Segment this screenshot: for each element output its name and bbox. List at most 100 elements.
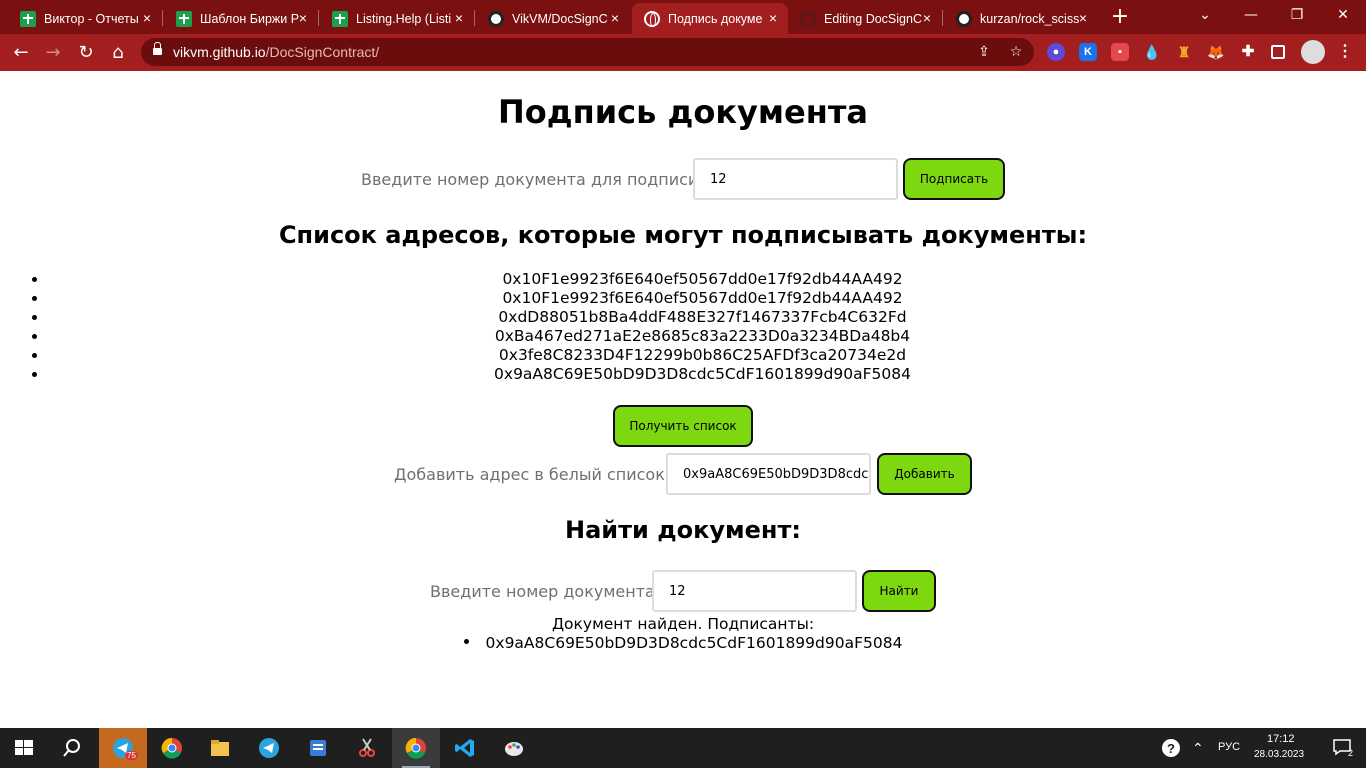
sign-button[interactable]: Подписать — [903, 158, 1005, 200]
find-button[interactable]: Найти — [862, 570, 936, 612]
address-input[interactable] — [666, 453, 871, 495]
get-list-button[interactable]: Получить список — [613, 405, 753, 447]
url-text: vikvm.github.io/DocSignContract/ — [173, 44, 379, 60]
tray-chevron-up-icon[interactable]: ⌃ — [1192, 740, 1204, 757]
metamask-icon[interactable]: 🦊 — [1207, 43, 1225, 61]
share-icon[interactable]: ⇪ — [975, 43, 993, 61]
home-button[interactable]: ⌂ — [104, 39, 132, 67]
browser-tab[interactable]: Listing.Help (Listi × — [320, 3, 474, 34]
close-tab-icon[interactable]: × — [452, 11, 466, 25]
taskbar-keyboard-app[interactable] — [294, 728, 342, 768]
browser-toolbar: ← → ↻ ⌂ vikvm.github.io/DocSignContract/… — [0, 34, 1366, 71]
search-button[interactable] — [48, 728, 96, 768]
new-tab-button[interactable]: + — [1108, 5, 1132, 29]
address-text: 0x9aA8C69E50bD9D3D8cdc5CdF1601899d90aF50… — [494, 365, 911, 383]
list-item: 0x10F1e9923f6E640ef50567dd0e17f92db44AA4… — [0, 289, 1366, 308]
reload-button[interactable]: ↻ — [72, 39, 100, 67]
add-address-form: Добавить адрес в белый список Добавить — [0, 453, 1366, 497]
taskbar-snipping-tool[interactable] — [343, 728, 391, 768]
tab-divider — [474, 10, 475, 26]
find-heading: Найти документ: — [565, 516, 801, 544]
url-path: /DocSignContract/ — [265, 44, 380, 60]
svg-text:?: ? — [1167, 741, 1175, 756]
extension-icon[interactable]: ● — [1047, 43, 1065, 61]
list-bullet — [32, 334, 37, 339]
kontur-extension-icon[interactable]: K — [1079, 43, 1097, 61]
start-button[interactable] — [0, 728, 48, 768]
close-tab-icon[interactable]: × — [296, 11, 310, 25]
forward-button[interactable]: → — [39, 39, 67, 67]
add-button[interactable]: Добавить — [877, 453, 972, 495]
bookmark-star-icon[interactable]: ☆ — [1007, 43, 1025, 61]
lock-icon[interactable] — [153, 42, 162, 57]
list-bullet — [463, 639, 469, 644]
find-document-input[interactable] — [652, 570, 857, 612]
chrome-icon — [405, 737, 426, 759]
browser-tab[interactable]: Editing DocSignC × — [788, 3, 942, 34]
menu-kebab-icon[interactable]: ⋮ — [1336, 43, 1354, 61]
google-sheets-icon — [20, 10, 36, 27]
extension-icon[interactable]: ▪ — [1111, 43, 1129, 61]
extension-icon[interactable]: ♜ — [1175, 43, 1193, 61]
tab-title: kurzan/rock_sciss — [980, 11, 1080, 26]
close-tab-icon[interactable]: × — [140, 11, 154, 25]
tab-title: Шаблон Биржи Р — [200, 11, 300, 26]
tray-help[interactable]: ? — [1156, 728, 1186, 768]
signer-list-item: 0x9aA8C69E50bD9D3D8cdc5CdF1601899d90aF50… — [0, 634, 1366, 652]
paint-palette-icon — [505, 742, 523, 756]
clock-time[interactable]: 17:12 — [1267, 733, 1295, 745]
taskbar-file-explorer[interactable] — [196, 728, 244, 768]
close-tab-icon[interactable]: × — [608, 11, 622, 25]
page-content: Подпись документа Введите номер документ… — [0, 71, 1366, 728]
notification-count: 2 — [1348, 748, 1354, 758]
help-icon: ? — [1162, 739, 1180, 757]
page-title: Подпись документа — [498, 93, 868, 131]
github-icon — [488, 10, 504, 27]
browser-tab-strip: Виктор - Отчеты × Шаблон Биржи Р × Listi… — [0, 0, 1366, 34]
list-item: 0x9aA8C69E50bD9D3D8cdc5CdF1601899d90aF50… — [0, 365, 1366, 384]
address-text: 0x10F1e9923f6E640ef50567dd0e17f92db44AA4… — [502, 270, 903, 288]
close-tab-icon[interactable]: × — [920, 11, 934, 25]
taskbar-chrome[interactable] — [148, 728, 196, 768]
taskbar-telegram[interactable]: 75 — [99, 728, 147, 768]
keyboard-app-icon — [310, 740, 326, 756]
browser-tab-active[interactable]: Подпись докуме × — [632, 3, 788, 34]
find-document-form: Введите номер документа Найти — [0, 570, 1366, 614]
browser-tab[interactable]: Виктор - Отчеты × — [8, 3, 162, 34]
tab-search-icon[interactable]: ⌄ — [1182, 0, 1228, 30]
list-bullet — [32, 296, 37, 301]
google-sheets-icon — [332, 10, 348, 27]
browser-tab[interactable]: Шаблон Биржи Р × — [164, 3, 318, 34]
signer-address: 0x9aA8C69E50bD9D3D8cdc5CdF1601899d90aF50… — [485, 634, 903, 652]
add-address-label: Добавить адрес в белый список — [394, 465, 665, 484]
notification-center[interactable]: 2 — [1318, 728, 1366, 768]
profile-avatar[interactable] — [1301, 40, 1325, 64]
browser-tab[interactable]: kurzan/rock_sciss × — [944, 3, 1098, 34]
address-text: 0x10F1e9923f6E640ef50567dd0e17f92db44AA4… — [502, 289, 903, 307]
minimize-button[interactable]: — — [1228, 0, 1274, 30]
taskbar-paint[interactable] — [490, 728, 538, 768]
restore-button[interactable]: ❐ — [1274, 0, 1320, 30]
google-sheets-icon — [176, 10, 192, 27]
close-window-button[interactable]: ✕ — [1320, 0, 1366, 30]
taskbar-chrome-active[interactable] — [392, 728, 440, 768]
language-indicator[interactable]: РУС — [1218, 741, 1240, 753]
address-bar[interactable]: vikvm.github.io/DocSignContract/ ⇪ ☆ — [141, 38, 1034, 66]
clock-date[interactable]: 28.03.2023 — [1254, 749, 1304, 760]
close-tab-icon[interactable]: × — [1076, 11, 1090, 25]
windows-taskbar: 75 ? ⌃ РУС 17:12 28.03.2023 2 — [0, 728, 1366, 768]
drop-extension-icon[interactable]: 💧 — [1143, 43, 1161, 61]
close-tab-icon[interactable]: × — [766, 11, 780, 25]
list-item: 0xBa467ed271aE2e8685c83a2233D0a3234BDa48… — [0, 327, 1366, 346]
list-bullet — [32, 353, 37, 358]
back-button[interactable]: ← — [7, 39, 35, 67]
browser-tab[interactable]: VikVM/DocSignC × — [476, 3, 630, 34]
tab-divider — [318, 10, 319, 26]
side-panel-icon[interactable] — [1271, 45, 1285, 59]
taskbar-telegram-2[interactable] — [245, 728, 293, 768]
find-label: Введите номер документа — [430, 582, 655, 601]
globe-icon — [644, 10, 660, 27]
document-number-input[interactable] — [693, 158, 898, 200]
extensions-puzzle-icon[interactable]: ✚ — [1239, 43, 1257, 61]
taskbar-vscode[interactable] — [441, 728, 489, 768]
